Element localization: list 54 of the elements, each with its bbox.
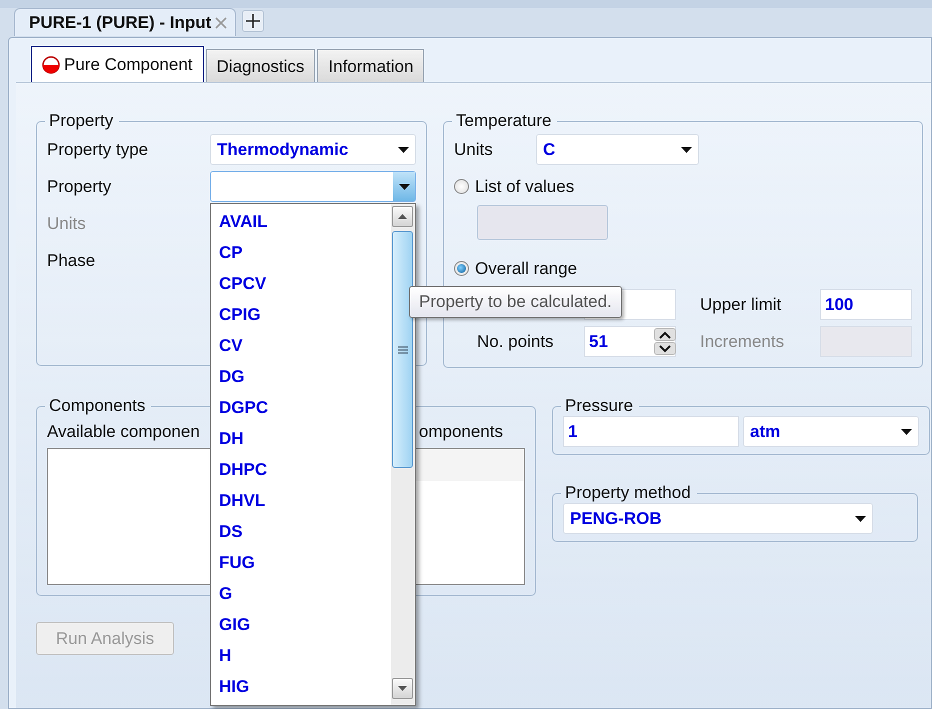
field-label: Property type [47, 140, 150, 160]
group-title: Property [48, 111, 114, 131]
list-item[interactable]: DHVL [211, 485, 391, 516]
list-item[interactable]: G [211, 578, 391, 609]
field-label: Property [47, 176, 112, 196]
document-tab[interactable]: PURE-1 (PURE) - Input [14, 8, 236, 36]
list-item[interactable]: AVAIL [211, 206, 391, 237]
tab[interactable]: Pure Component [31, 46, 204, 83]
list-item[interactable]: CP [211, 237, 391, 268]
dropdown-caret-icon [398, 184, 410, 190]
dropdown-caret-icon [398, 146, 409, 152]
group-title: Temperature [455, 111, 552, 131]
up-arrow-icon[interactable] [398, 214, 407, 219]
list-item[interactable]: GIG [211, 609, 391, 640]
list-item[interactable]: CPIG [211, 299, 391, 330]
field-label: Available componen [47, 422, 200, 442]
radio-option[interactable]: List of values [454, 168, 574, 205]
field-label: Units [47, 214, 87, 234]
scrollbar-thumb[interactable] [392, 231, 413, 468]
tooltip: Property to be calculated. [409, 286, 622, 318]
group-title: Property method [564, 483, 692, 503]
list-values-field[interactable] [477, 205, 608, 240]
pressure-field[interactable]: 1 [563, 416, 739, 447]
list-item[interactable]: H [211, 640, 391, 671]
property-method-dropdown[interactable]: PENG-ROB [563, 503, 873, 534]
add-tab-button[interactable] [242, 10, 264, 32]
list-item[interactable]: CPCV [211, 268, 391, 299]
field-label: omponents [418, 422, 503, 442]
pressure-units-dropdown[interactable]: atm [743, 416, 919, 447]
list-item[interactable]: DG [211, 361, 391, 392]
list-item[interactable]: CV [211, 330, 391, 361]
upper-limit-field[interactable]: 100 [820, 289, 912, 320]
field-label: Increments [700, 332, 786, 352]
property-type-dropdown[interactable]: Thermodynamic [210, 134, 416, 165]
list-item[interactable]: DS [211, 516, 391, 547]
list-item[interactable]: DHPC [211, 454, 391, 485]
list-item[interactable]: FUG [211, 547, 391, 578]
dropdown-caret-icon [901, 428, 912, 434]
field-label: Phase [47, 250, 96, 270]
field-label: No. points [476, 332, 555, 352]
scrollbar[interactable] [391, 204, 415, 705]
group-title: Components [48, 396, 146, 416]
group-title: Pressure [564, 396, 634, 416]
field-label: Upper limit [700, 294, 782, 314]
tab[interactable]: Information [317, 49, 424, 83]
dropdown-caret-icon [681, 146, 692, 152]
down-arrow-icon[interactable] [398, 686, 407, 691]
field-label: Units [454, 140, 494, 160]
tab[interactable]: Diagnostics [206, 49, 316, 83]
list-item[interactable]: HIG [211, 671, 391, 702]
dropdown-caret-icon [855, 516, 866, 522]
list-item[interactable]: DGPC [211, 392, 391, 423]
units-dropdown[interactable]: C [536, 134, 699, 165]
list-item[interactable]: DH [211, 423, 391, 454]
